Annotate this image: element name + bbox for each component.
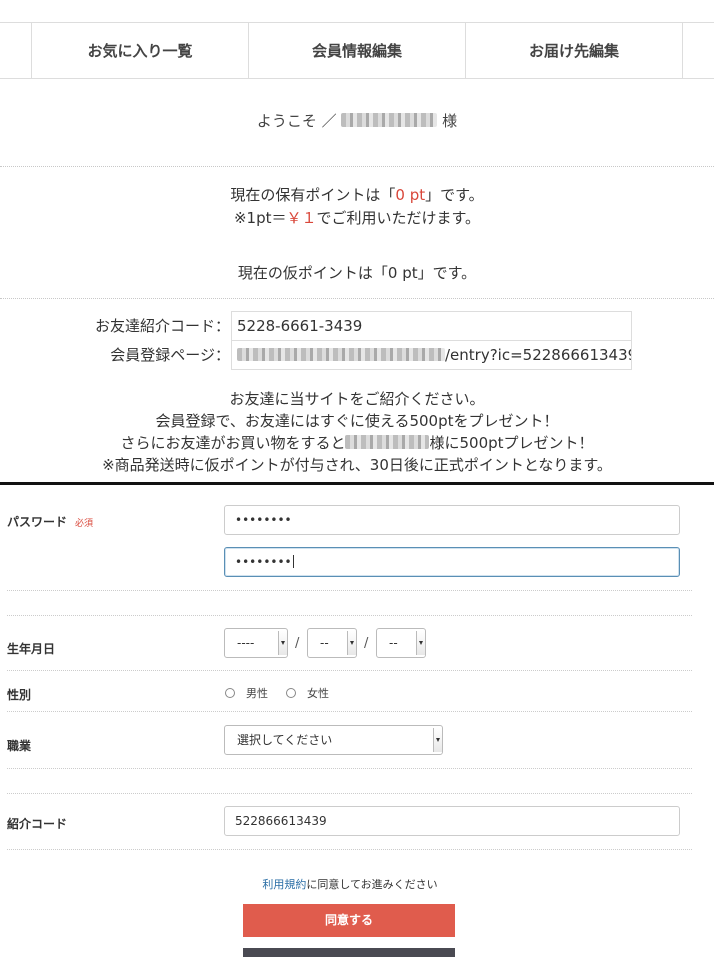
form-divider [7, 768, 692, 769]
promo-line-2: 会員登録で、お友達にはすぐに使える500ptをプレゼント！ [155, 412, 559, 430]
top-nav: お気に入り一覧 会員情報編集 お届け先編集 [0, 22, 714, 79]
redacted-username [341, 113, 438, 127]
occupation-value: 選択してください [237, 733, 333, 747]
redacted-username [345, 435, 430, 449]
signup-page-row: 会員登録ページ： /entry?ic=522866613439 [0, 340, 714, 370]
referral-code-box[interactable]: 5228-6661-3439 [231, 311, 632, 341]
agreement-text: 利用規約に同意してお進みください [0, 876, 700, 892]
agree-button[interactable]: 同意する [243, 904, 455, 937]
terms-link[interactable]: 利用規約 [262, 878, 306, 891]
birthday-label: 生年月日 [7, 642, 56, 656]
referral-code-field-label: 紹介コード [7, 817, 68, 831]
promo-line-4: ※商品発送時に仮ポイントが付与され、30日後に正式ポイントとなります。 [102, 456, 612, 474]
gender-female-label[interactable]: 女性 [307, 685, 329, 701]
nav-address-edit-link[interactable]: お届け先編集 [466, 23, 682, 79]
gender-male-label[interactable]: 男性 [246, 685, 268, 701]
password-input[interactable]: •••••••• [224, 505, 680, 535]
birth-month-select[interactable]: -- [307, 628, 357, 658]
referral-code-label: お友達紹介コード： [94, 317, 230, 335]
password-confirm-input[interactable]: •••••••• [224, 547, 680, 577]
birth-year-value: ---- [237, 636, 255, 650]
required-badge: 必須 [75, 519, 94, 529]
promo-line-3: さらにお友達がお買い物をすると 様に500ptプレゼント！ [0, 432, 714, 454]
points-held-line: 現在の保有ポイントは「0 pt」です。 [0, 184, 714, 205]
points-rate-suffix: でご利用いただけます。 [316, 209, 481, 227]
gender-male-radio[interactable] [225, 688, 235, 698]
form-divider [7, 615, 692, 616]
password-label: パスワード 必須 [7, 513, 93, 530]
welcome-suffix: 様 [442, 112, 458, 130]
signup-page-url-tail: /entry?ic=522866613439 [445, 346, 632, 364]
referral-code-row: お友達紹介コード： 5228-6661-3439 [0, 311, 714, 341]
password-label-text: パスワード [7, 515, 68, 529]
form-divider [7, 590, 692, 591]
birth-month-value: -- [320, 636, 329, 650]
occupation-label: 職業 [7, 739, 32, 753]
form-divider [7, 711, 692, 712]
chevron-down-icon [278, 631, 287, 655]
promo-line-1: お友達に当サイトをご紹介ください。 [229, 390, 485, 408]
provisional-points-line: 現在の仮ポイントは「0 pt」です。 [237, 264, 477, 282]
occupation-select[interactable]: 選択してください [224, 725, 443, 755]
promo-line-3-prefix: さらにお友達がお買い物をすると [120, 434, 346, 452]
chevron-down-icon [347, 631, 356, 655]
chevron-down-icon [433, 728, 442, 752]
points-rate-yen: ￥１ [286, 209, 317, 227]
gender-female-radio[interactable] [286, 688, 296, 698]
points-rate-line: ※1pt＝￥１でご利用いただけます。 [0, 207, 714, 228]
points-held-value: 0 pt [395, 186, 426, 204]
nav-divider [682, 23, 683, 79]
gender-label: 性別 [7, 688, 32, 702]
signup-page-label: 会員登録ページ： [110, 346, 230, 364]
redacted-url-part [237, 348, 445, 361]
welcome-message: ようこそ ／ 様 [0, 110, 714, 131]
birth-day-select[interactable]: -- [376, 628, 426, 658]
secondary-button[interactable] [243, 948, 455, 957]
points-held-suffix: 」です。 [425, 186, 484, 204]
birth-day-value: -- [389, 636, 398, 650]
form-divider [7, 670, 692, 671]
welcome-prefix: ようこそ ／ [256, 112, 337, 130]
screenshot-seam-divider [0, 482, 714, 485]
form-divider [7, 849, 692, 850]
date-separator: / [295, 636, 300, 651]
date-separator: / [364, 636, 369, 651]
text-cursor [292, 555, 294, 568]
nav-favorites-link[interactable]: お気に入り一覧 [32, 23, 248, 79]
form-divider [7, 793, 692, 794]
birth-year-select[interactable]: ---- [224, 628, 288, 658]
points-held-prefix: 現在の保有ポイントは「 [230, 186, 396, 204]
signup-page-url-box[interactable]: /entry?ic=522866613439 [231, 340, 632, 370]
promo-line-3-suffix: 様に500ptプレゼント！ [429, 434, 594, 452]
section-divider [0, 166, 714, 167]
section-divider [0, 298, 714, 299]
referral-code-input[interactable]: 522866613439 [224, 806, 680, 836]
password-confirm-value: •••••••• [235, 555, 292, 569]
points-rate-prefix: ※1pt＝ [233, 209, 287, 227]
nav-member-edit-link[interactable]: 会員情報編集 [249, 23, 465, 79]
agreement-rest-text: に同意してお進みください [306, 878, 438, 891]
chevron-down-icon [416, 631, 425, 655]
